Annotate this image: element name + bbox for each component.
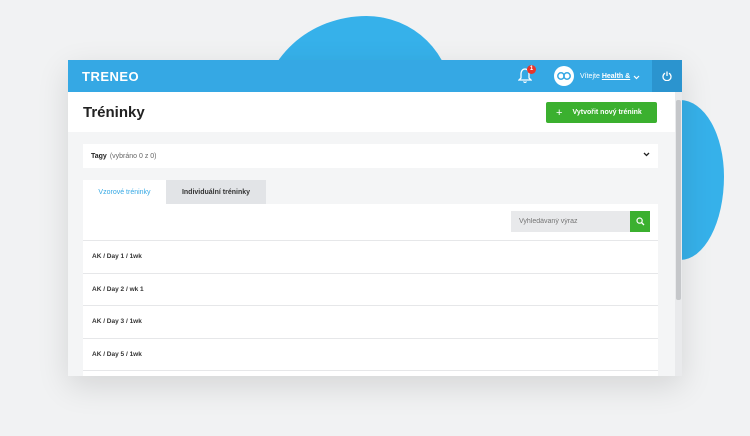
notification-badge: 1 bbox=[527, 65, 536, 74]
app-window: TRENEO 1 Vítejte Health & Tréninky + Vyt… bbox=[68, 60, 682, 376]
greeting-prefix: Vítejte bbox=[580, 72, 600, 80]
tags-filter[interactable]: Tagy (vybráno 0 z 0) bbox=[83, 144, 658, 168]
search-input[interactable] bbox=[511, 211, 631, 232]
page-title: Tréninky bbox=[83, 103, 145, 121]
tags-label: Tagy bbox=[91, 152, 107, 160]
scrollbar[interactable] bbox=[675, 92, 682, 376]
chevron-down-icon[interactable] bbox=[643, 152, 650, 159]
create-training-button[interactable]: + Vytvořit nový trénink bbox=[546, 102, 657, 123]
training-row-partial[interactable] bbox=[83, 370, 658, 376]
scrollbar-thumb[interactable] bbox=[676, 100, 681, 300]
treneo-logo[interactable]: TRENEO bbox=[82, 69, 139, 84]
trainings-panel: AK / Day 1 / 1wk AK / Day 2 / wk 1 AK / … bbox=[83, 204, 658, 376]
logout-button[interactable] bbox=[652, 60, 682, 92]
page-header: Tréninky + Vytvořit nový trénink bbox=[68, 92, 682, 132]
chevron-down-icon[interactable] bbox=[633, 67, 640, 85]
training-row[interactable]: AK / Day 5 / 1wk bbox=[83, 337, 658, 371]
plus-icon: + bbox=[556, 106, 563, 119]
training-row[interactable]: AK / Day 2 / wk 1 bbox=[83, 272, 658, 306]
trainings-list: AK / Day 1 / 1wk AK / Day 2 / wk 1 AK / … bbox=[83, 240, 658, 376]
user-name-link[interactable]: Health & bbox=[602, 73, 630, 80]
power-icon bbox=[662, 71, 672, 81]
tab-template-trainings[interactable]: Vzorové tréninky bbox=[83, 180, 166, 204]
search-icon bbox=[635, 217, 644, 226]
user-avatar bbox=[554, 66, 574, 86]
tab-individual-trainings[interactable]: Individuální tréninky bbox=[166, 180, 266, 204]
training-row[interactable]: AK / Day 3 / 1wk bbox=[83, 305, 658, 338]
search-button[interactable] bbox=[630, 211, 650, 232]
tags-selected-count: (vybráno 0 z 0) bbox=[109, 152, 157, 160]
user-menu[interactable]: Vítejte Health & bbox=[554, 66, 640, 86]
training-row[interactable]: AK / Day 1 / 1wk bbox=[83, 240, 658, 273]
top-navbar: TRENEO 1 Vítejte Health & bbox=[68, 60, 682, 92]
create-training-label: Vytvořit nový trénink bbox=[572, 109, 642, 116]
training-tabs: Vzorové tréninky Individuální tréninky bbox=[83, 180, 266, 204]
user-greeting: Vítejte Health & bbox=[580, 73, 630, 80]
